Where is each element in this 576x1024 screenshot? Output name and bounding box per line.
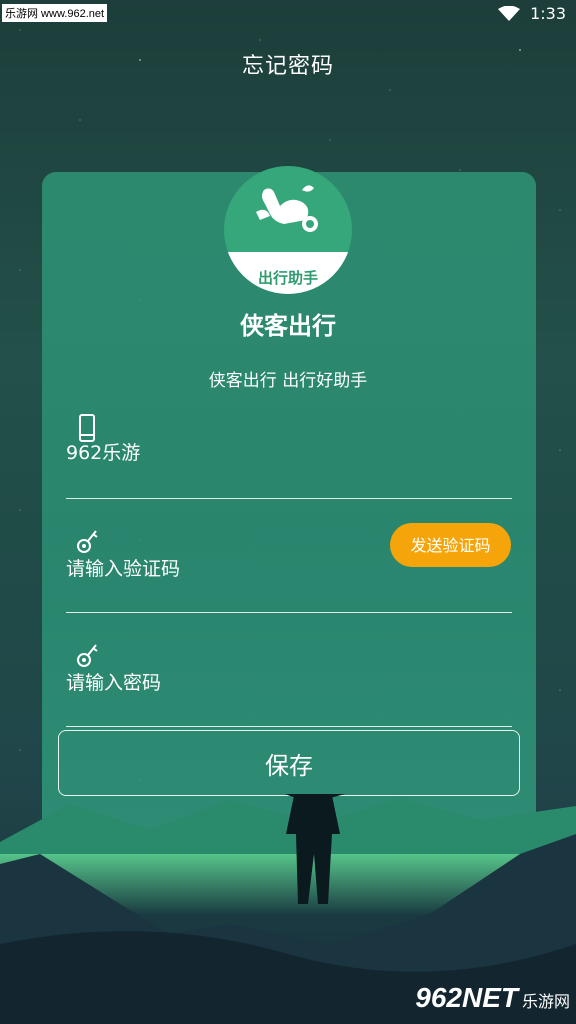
scooter-icon — [256, 185, 318, 232]
app-logo: 出行助手 — [224, 166, 352, 294]
password-placeholder[interactable]: 请输入密码 — [66, 668, 161, 695]
wifi-icon — [498, 5, 521, 21]
watermark-main: 962NET — [415, 982, 518, 1013]
watermark-top: 乐游网 www.962.net — [2, 4, 108, 22]
page-title: 忘记密码 — [241, 54, 334, 79]
save-button[interactable]: 保存 — [58, 730, 520, 796]
key-icon — [77, 530, 98, 553]
phone-field[interactable]: 962乐游 — [66, 410, 512, 499]
watermark-sub: 乐游网 — [521, 994, 570, 1011]
watermark-bottom: 962NET 乐游网 — [415, 982, 570, 1014]
logo-text: 出行助手 — [257, 269, 318, 287]
status-right: 1:33 — [498, 4, 566, 23]
send-code-button[interactable]: 发送验证码 — [390, 523, 511, 567]
app-slogan: 侠客出行 出行好助手 — [208, 371, 368, 391]
phone-value[interactable]: 962乐游 — [66, 438, 140, 465]
status-time: 1:33 — [530, 4, 566, 23]
code-placeholder[interactable]: 请输入验证码 — [66, 554, 180, 581]
app-name: 侠客出行 — [240, 312, 336, 340]
status-bar: 乐游网 www.962.net 1:33 — [0, 0, 576, 30]
key-icon — [77, 644, 98, 667]
password-field[interactable]: 请输入密码 — [66, 640, 512, 727]
